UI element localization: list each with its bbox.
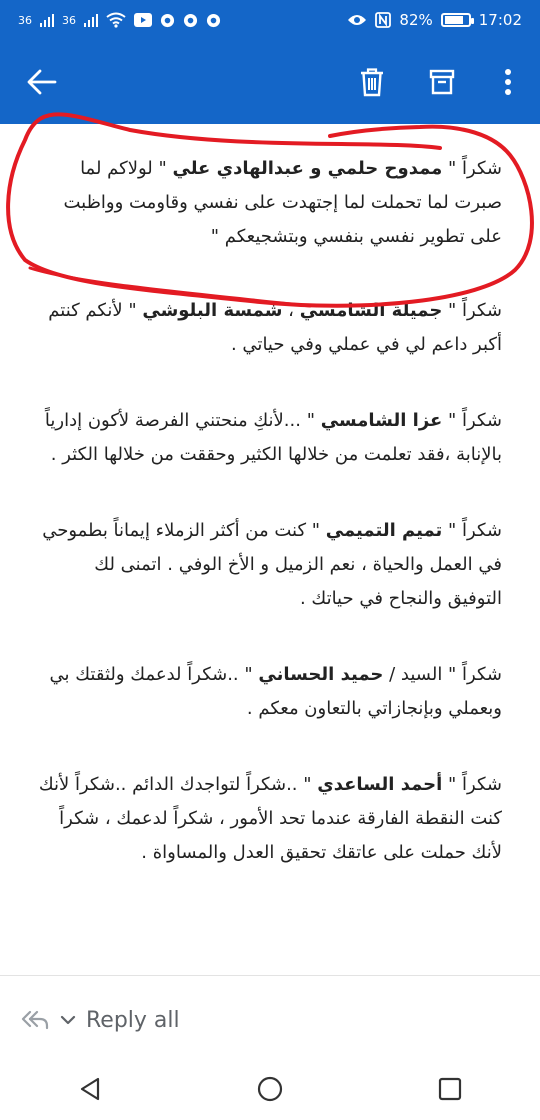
message-paragraph-1: شكراً " ممدوح حلمي و عبدالهادي علي " لول… [38,152,502,254]
camera-app-icon [160,13,175,27]
footer-divider [0,975,540,976]
reply-all-label: Reply all [86,1007,180,1033]
square-recents-icon [438,1077,462,1101]
chevron-down-icon [60,1015,76,1025]
status-left: 36 36 [18,12,221,28]
message-body: شكراً " ممدوح حلمي و عبدالهادي علي " لول… [0,124,540,974]
system-nav-bar [0,1058,540,1120]
message-paragraph-5: شكراً " السيد / حميد الحساني " ..شكراً ل… [38,658,502,726]
battery-icon [440,13,474,27]
message-paragraph-3: شكراً " عزا الشامسي " ...لأنكِ منحتني ال… [38,404,502,472]
archive-button[interactable] [422,62,462,102]
youtube-icon [134,13,152,27]
circle-home-icon [257,1076,283,1102]
person-name: ممدوح حلمي و عبدالهادي علي [172,158,443,179]
signal-2-label: 36 [62,13,76,27]
person-name: تميم التميمي [325,520,443,541]
message-paragraph-4: شكراً " تميم التميمي " كنت من أكثر الزمل… [38,514,502,616]
text-segment: شكراً " [442,158,502,179]
status-bar: 36 36 82% 17:02 [0,0,540,40]
nav-home-button[interactable] [240,1059,300,1119]
nav-recents-button[interactable] [420,1059,480,1119]
reply-all-icon [21,1010,49,1030]
reply-all-button[interactable]: Reply all [20,1000,180,1040]
text-segment: شكراً " [442,774,502,795]
signal-1-label: 36 [18,13,32,27]
status-right: 82% 17:02 [347,11,522,29]
signal-bars-icon [84,14,98,27]
text-segment: ، [282,300,300,321]
message-paragraph-2: شكراً " جميلة الشامسي ، شمسة البلوشي " ل… [38,294,502,362]
trash-icon [361,68,383,97]
camera-app-icon [206,13,221,27]
app-bar [0,40,540,124]
person-name: جميلة الشامسي [299,300,443,321]
battery-percent: 82% [399,11,433,29]
clock: 17:02 [478,11,522,29]
text-segment: شكراً " [442,410,502,431]
person-name: عزا الشامسي [320,410,443,431]
person-name: حميد الحساني [258,664,384,685]
text-segment: شكراً " السيد / [383,664,502,685]
person-name: شمسة البلوشي [142,300,283,321]
triangle-back-icon [80,1077,100,1101]
back-button[interactable] [22,64,62,100]
arrow-left-icon [27,69,57,95]
camera-app-icon [183,13,198,27]
delete-button[interactable] [352,62,392,102]
signal-bars-icon [40,14,54,27]
nfc-icon [375,12,392,28]
more-options-button[interactable] [488,62,528,102]
nav-back-button[interactable] [60,1059,120,1119]
more-vertical-icon [505,69,511,95]
wifi-icon [106,12,126,28]
eye-icon [348,15,367,25]
text-segment: شكراً " [442,300,502,321]
message-paragraph-6: شكراً " أحمد الساعدي " ..شكراً لتواجدك ا… [38,768,502,870]
archive-icon [429,69,455,95]
text-segment: شكراً " [442,520,502,541]
person-name: أحمد الساعدي [317,774,443,795]
